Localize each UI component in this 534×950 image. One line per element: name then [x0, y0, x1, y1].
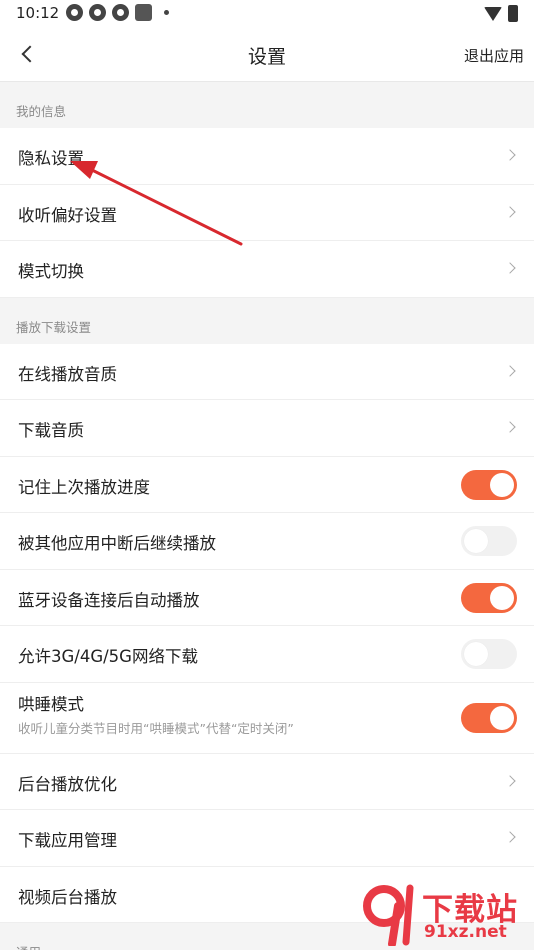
- item-label: 在线播放音质: [18, 364, 117, 384]
- sleep-mode-item: 哄睡模式 收听儿童分类节目时用“哄睡模式”代替“定时关闭”: [0, 682, 534, 754]
- remember-progress-item: 记住上次播放进度: [0, 456, 534, 513]
- item-label: 隐私设置: [18, 149, 84, 168]
- item-label: 哄睡模式: [18, 694, 84, 714]
- square-notification-icon: [135, 4, 152, 21]
- status-system-icons: [484, 5, 518, 22]
- watermark: 下载站 91xz.net: [362, 882, 530, 946]
- toggle-knob: [490, 585, 514, 610]
- resume-after-interrupt-toggle[interactable]: [461, 526, 517, 556]
- page-title: 设置: [247, 46, 286, 68]
- download-audio-quality-item[interactable]: 下载音质: [0, 400, 534, 457]
- item-label: 视频后台播放: [18, 887, 117, 907]
- chevron-right-icon: [504, 364, 516, 377]
- bluetooth-autoplay-item: 蓝牙设备连接后自动播放: [0, 569, 534, 626]
- toggle-knob: [490, 472, 514, 497]
- app-notification-icon: [112, 4, 129, 21]
- item-label: 收听偏好设置: [18, 205, 117, 225]
- download-app-management-item[interactable]: 下载应用管理: [0, 810, 534, 867]
- remember-progress-toggle[interactable]: [461, 469, 517, 500]
- top-navigation-bar: 设置 退出应用: [0, 28, 534, 82]
- settings-list: 我的信息 隐私设置 收听偏好设置 模式切换 播放下载设置 在线播放音质 下载音质…: [0, 82, 534, 950]
- item-label: 下载音质: [18, 421, 84, 440]
- section-header-playback: 播放下载设置: [0, 297, 534, 344]
- app-notification-icon: [66, 4, 83, 21]
- status-notification-icons: [66, 4, 169, 21]
- battery-icon: [508, 5, 518, 22]
- watermark-url: 91xz.net: [424, 922, 507, 942]
- mobile-network-download-toggle[interactable]: [461, 639, 517, 669]
- app-notification-icon: [89, 4, 106, 21]
- mode-switch-item[interactable]: 模式切换: [0, 241, 534, 298]
- privacy-settings-item[interactable]: 隐私设置: [0, 128, 534, 185]
- item-label: 允许3G/4G/5G网络下载: [18, 647, 198, 666]
- item-label: 记住上次播放进度: [18, 477, 150, 497]
- item-label: 被其他应用中断后继续播放: [18, 534, 216, 553]
- chevron-right-icon: [504, 774, 516, 787]
- item-label: 下载应用管理: [18, 831, 117, 850]
- chevron-right-icon: [504, 421, 516, 433]
- listening-preference-item[interactable]: 收听偏好设置: [0, 184, 534, 241]
- mobile-network-download-item: 允许3G/4G/5G网络下载: [0, 626, 534, 683]
- online-audio-quality-item[interactable]: 在线播放音质: [0, 343, 534, 400]
- background-play-optimization-item[interactable]: 后台播放优化: [0, 753, 534, 810]
- chevron-right-icon: [504, 205, 516, 218]
- chevron-right-icon: [504, 262, 516, 274]
- sleep-mode-toggle[interactable]: [461, 702, 517, 733]
- toggle-knob: [490, 705, 514, 730]
- item-label: 蓝牙设备连接后自动播放: [18, 590, 200, 610]
- item-description: 收听儿童分类节目时用“哄睡模式”代替“定时关闭”: [18, 720, 294, 736]
- section-header-my-info: 我的信息: [0, 82, 534, 128]
- status-time: 10:12: [16, 4, 60, 22]
- item-label: 模式切换: [18, 262, 84, 281]
- toggle-knob: [464, 529, 488, 553]
- status-bar: 10:12: [0, 0, 534, 28]
- bluetooth-autoplay-toggle[interactable]: [461, 582, 517, 613]
- toggle-knob: [464, 642, 488, 666]
- item-label: 后台播放优化: [18, 774, 117, 794]
- dot-icon: [164, 10, 169, 15]
- wifi-icon: [484, 6, 502, 21]
- watermark-logo-icon: [363, 884, 414, 946]
- resume-after-interrupt-item: 被其他应用中断后继续播放: [0, 513, 534, 570]
- chevron-right-icon: [504, 831, 516, 843]
- chevron-right-icon: [504, 149, 516, 161]
- exit-app-button[interactable]: 退出应用: [464, 45, 524, 66]
